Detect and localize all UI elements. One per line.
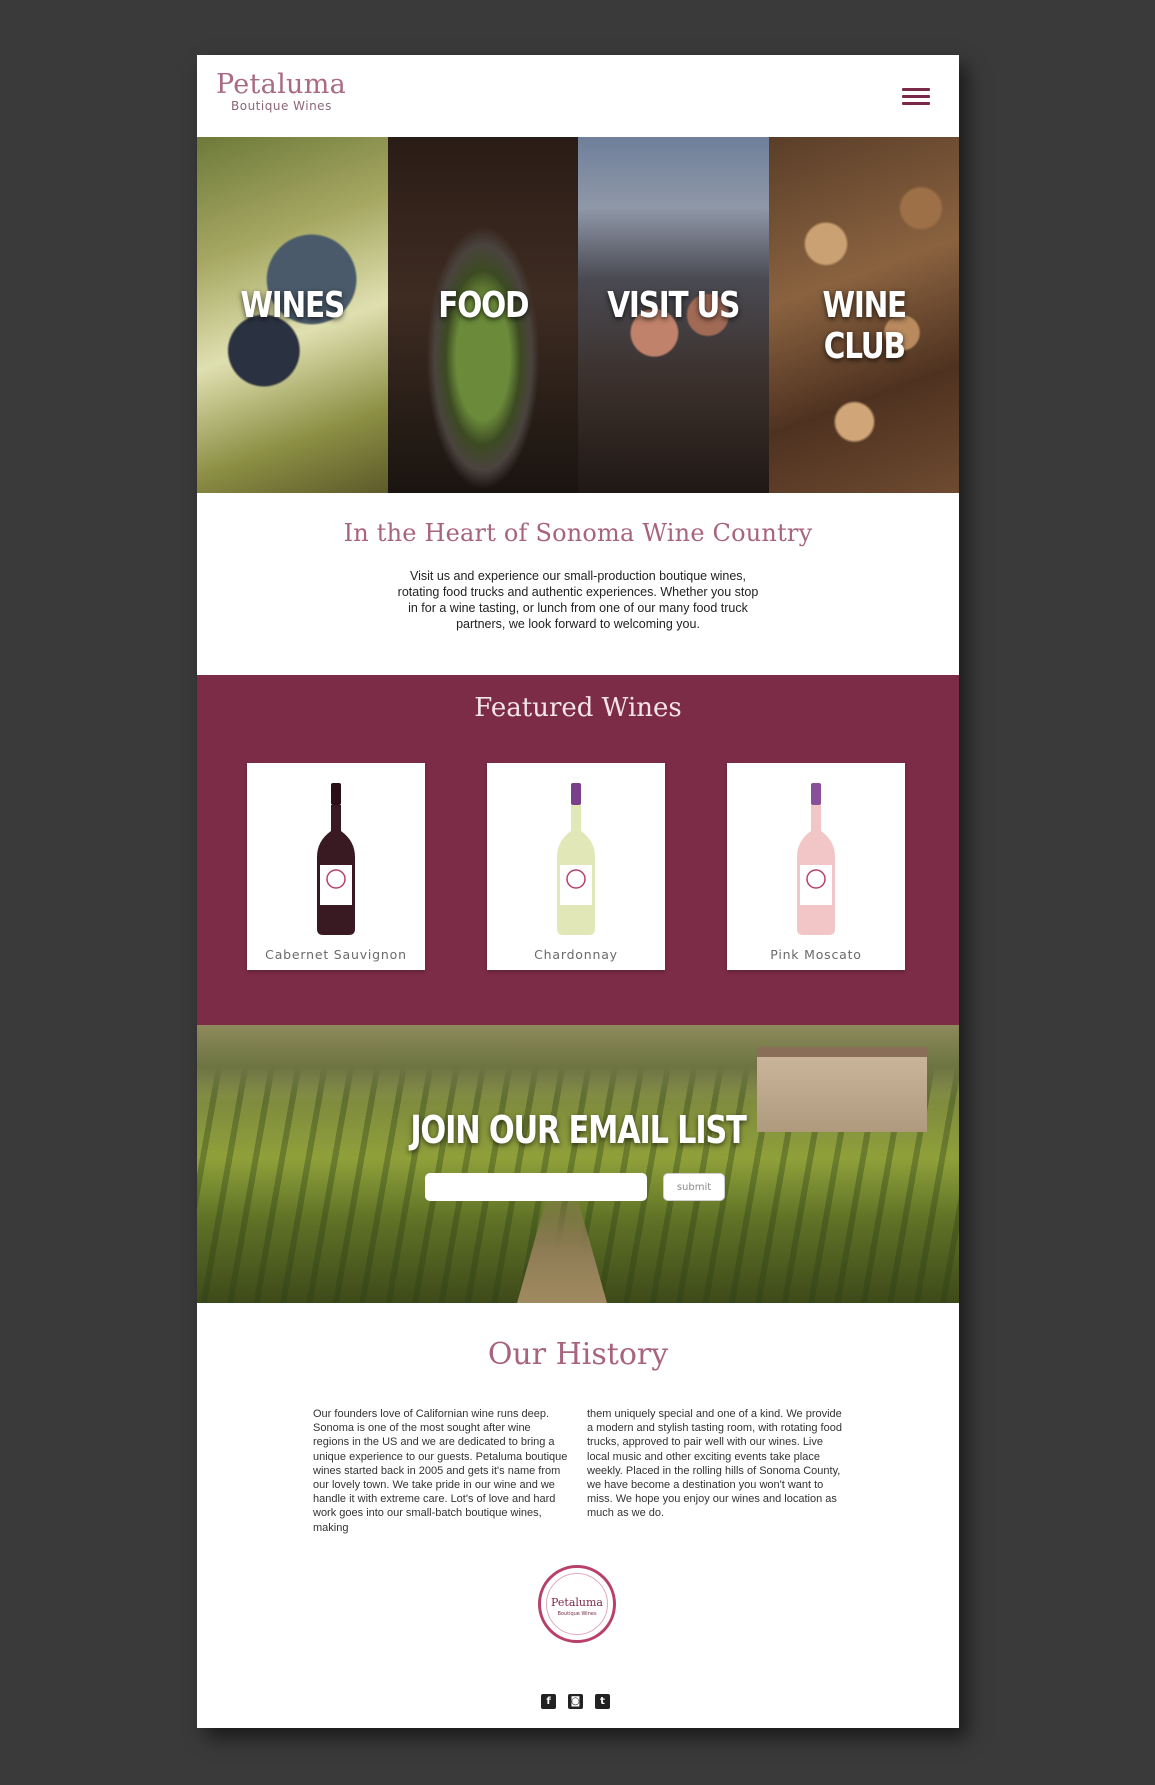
wine-card-label: Cabernet Sauvignon xyxy=(265,947,407,962)
wine-card-label: Chardonnay xyxy=(534,947,618,962)
intro-text: Visit us and experience our small-produc… xyxy=(397,569,759,631)
twitter-icon[interactable]: t xyxy=(595,1694,610,1709)
site-logo[interactable]: Petaluma Boutique Wines xyxy=(216,69,366,114)
history-section: Our History Our founders love of Califor… xyxy=(197,1303,959,1728)
wine-card-label: Pink Moscato xyxy=(770,947,862,962)
hamburger-menu-icon[interactable] xyxy=(902,88,930,106)
tile-wine-club[interactable]: WINE CLUB xyxy=(768,137,959,493)
wine-bottle-image xyxy=(557,783,595,935)
wine-card-chardonnay[interactable]: Chardonnay xyxy=(487,763,665,970)
wine-card-cabernet[interactable]: Cabernet Sauvignon xyxy=(247,763,425,970)
website-page: Petaluma Boutique Wines WINES FOOD VISIT… xyxy=(197,55,959,1728)
submit-button[interactable]: submit xyxy=(663,1173,725,1201)
email-signup-section: JOIN OUR EMAIL LIST submit xyxy=(197,1025,959,1303)
stamp-subtitle: Boutique Wines xyxy=(557,1611,597,1617)
featured-title: Featured Wines xyxy=(474,693,682,723)
email-input[interactable] xyxy=(425,1173,647,1201)
wine-bottle-image xyxy=(797,783,835,935)
tile-food-label: FOOD xyxy=(437,285,529,326)
featured-wines-section: Featured Wines Cabernet Sauvignon Chardo… xyxy=(197,675,959,1025)
history-title: Our History xyxy=(487,1337,669,1372)
wine-bottle-image xyxy=(317,783,355,935)
history-text-column-2: them uniquely special and one of a kind.… xyxy=(587,1408,842,1520)
tile-wines[interactable]: WINES xyxy=(197,137,388,493)
tile-wine-club-label: WINE CLUB xyxy=(821,285,907,367)
tile-visit-us-label: VISIT US xyxy=(607,285,740,326)
wine-card-pink-moscato[interactable]: Pink Moscato xyxy=(727,763,905,970)
social-links: f ◙ t xyxy=(541,1694,610,1709)
facebook-icon[interactable]: f xyxy=(541,1694,556,1709)
category-tiles: WINES FOOD VISIT US WINE CLUB xyxy=(197,137,959,493)
tile-wines-label: WINES xyxy=(240,285,345,326)
email-title: JOIN OUR EMAIL LIST xyxy=(410,1108,747,1152)
tile-food[interactable]: FOOD xyxy=(387,137,578,493)
tile-visit-us[interactable]: VISIT US xyxy=(578,137,769,493)
logo-subtitle: Boutique Wines xyxy=(231,99,332,113)
intro-section: In the Heart of Sonoma Wine Country Visi… xyxy=(197,493,959,675)
logo-name: Petaluma xyxy=(216,69,347,100)
intro-title: In the Heart of Sonoma Wine Country xyxy=(343,519,813,547)
instagram-icon[interactable]: ◙ xyxy=(568,1694,583,1709)
stamp-name: Petaluma xyxy=(551,1596,603,1609)
history-text-column-1: Our founders love of Californian wine ru… xyxy=(313,1408,568,1534)
site-header: Petaluma Boutique Wines xyxy=(197,55,959,137)
petaluma-stamp-logo: Petaluma Boutique Wines xyxy=(538,1565,616,1643)
